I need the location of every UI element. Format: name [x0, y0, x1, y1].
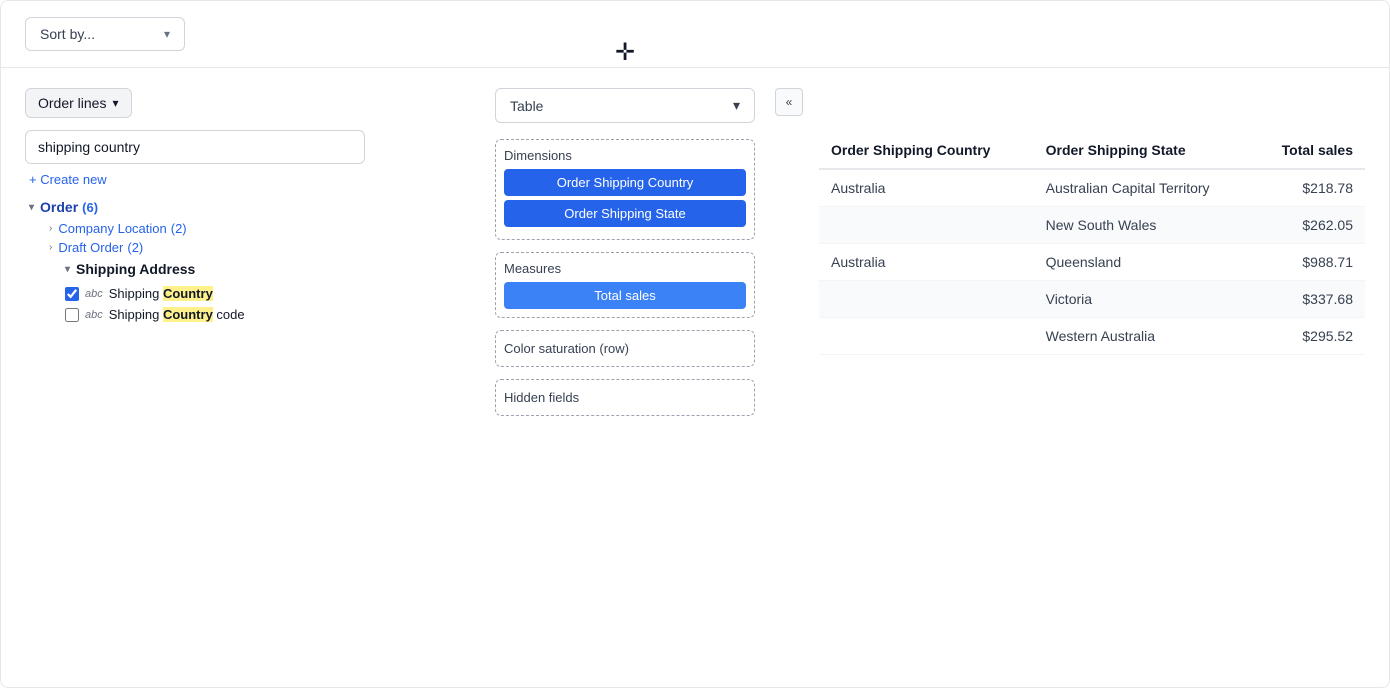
order-lines-chevron-icon: ▾ — [112, 96, 118, 110]
table-area: Order Shipping Country Order Shipping St… — [819, 132, 1365, 355]
draft-order-arrow-icon: › — [49, 242, 52, 253]
shipping-country-field: abc Shipping Country — [65, 283, 365, 304]
cell-total: $295.52 — [1253, 318, 1365, 355]
order-lines-label: Order lines — [38, 95, 106, 111]
cell-total: $218.78 — [1253, 169, 1365, 207]
cell-country — [819, 281, 1034, 318]
shipping-country-code-name-pre: Shipping — [109, 307, 163, 322]
cell-country — [819, 318, 1034, 355]
order-lines-button[interactable]: Order lines ▾ — [25, 88, 132, 118]
cell-state: Queensland — [1034, 244, 1254, 281]
table-row: Australia Queensland $988.71 — [819, 244, 1365, 281]
cell-total: $988.71 — [1253, 244, 1365, 281]
shipping-country-code-type: abc — [85, 309, 103, 321]
cell-total: $262.05 — [1253, 207, 1365, 244]
cell-state: Victoria — [1034, 281, 1254, 318]
table-header-row: Order Shipping Country Order Shipping St… — [819, 132, 1365, 169]
company-location-arrow-icon: › — [49, 223, 52, 234]
order-chevron-icon: ▾ — [29, 202, 34, 213]
measure-tag-total-sales[interactable]: Total sales — [504, 282, 746, 309]
search-input-wrapper — [25, 130, 365, 164]
viz-type-dropdown[interactable]: Table ▾ — [495, 88, 755, 123]
order-label: Order — [40, 199, 78, 215]
sort-by-label: Sort by... — [40, 26, 95, 42]
viz-config-panel: ✛ Table ▾ Dimensions Order Shipping Coun… — [495, 88, 755, 416]
shipping-country-type: abc — [85, 288, 103, 300]
dimension-tag-country[interactable]: Order Shipping Country — [504, 169, 746, 196]
viz-type-label: Table — [510, 98, 543, 114]
shipping-country-code-name-post: code — [213, 307, 245, 322]
shipping-country-name: Shipping Country — [109, 286, 213, 301]
col-header-total: Total sales — [1253, 132, 1365, 169]
shipping-address-text: Shipping Address — [76, 261, 195, 277]
shipping-country-checkbox[interactable] — [65, 287, 79, 301]
main-content: Order lines ▾ + Create new ▾ Order (6) ›… — [1, 68, 1389, 436]
order-count-badge: (6) — [82, 200, 98, 215]
shipping-address-label: ▾ Shipping Address — [65, 261, 365, 277]
dimension-tag-state[interactable]: Order Shipping State — [504, 200, 746, 227]
shipping-address-section: ▾ Shipping Address abc Shipping Country — [29, 261, 365, 325]
company-location-label: Company Location — [58, 221, 166, 236]
color-saturation-section: Color saturation (row) — [495, 330, 755, 367]
shipping-country-highlight: Country — [163, 286, 213, 301]
collapse-panel-button[interactable]: « — [775, 88, 803, 116]
viz-type-chevron-icon: ▾ — [733, 97, 740, 114]
table-row: New South Wales $262.05 — [819, 207, 1365, 244]
data-table: Order Shipping Country Order Shipping St… — [819, 132, 1365, 355]
tree-section: ▾ Order (6) › Company Location (2) › Dra… — [25, 197, 365, 325]
hidden-fields-section: Hidden fields — [495, 379, 755, 416]
shipping-country-code-highlight: Country — [163, 307, 213, 322]
table-header-row: « — [775, 88, 1365, 124]
shipping-country-code-field: abc Shipping Country code — [65, 304, 365, 325]
table-body: Australia Australian Capital Territory $… — [819, 169, 1365, 355]
field-explorer: Order lines ▾ + Create new ▾ Order (6) ›… — [25, 88, 365, 325]
shipping-country-name-pre: Shipping — [109, 286, 163, 301]
cell-country — [819, 207, 1034, 244]
col-header-state: Order Shipping State — [1034, 132, 1254, 169]
shipping-country-code-name: Shipping Country code — [109, 307, 245, 322]
table-row: Victoria $337.68 — [819, 281, 1365, 318]
tree-order-item[interactable]: ▾ Order (6) — [29, 197, 365, 217]
company-location-count: (2) — [171, 221, 187, 236]
dimensions-label: Dimensions — [504, 148, 746, 163]
shipping-country-code-checkbox[interactable] — [65, 308, 79, 322]
cell-country: Australia — [819, 169, 1034, 207]
data-table-panel: « Order Shipping Country Order Shipping … — [775, 88, 1365, 355]
create-new-link[interactable]: + Create new — [25, 172, 365, 187]
draft-order-label: Draft Order — [58, 240, 123, 255]
measures-section: Measures Total sales — [495, 252, 755, 318]
cell-state: New South Wales — [1034, 207, 1254, 244]
drag-handle-icon[interactable]: ✛ — [615, 38, 635, 67]
color-saturation-label: Color saturation (row) — [504, 341, 629, 356]
dimensions-section: Dimensions Order Shipping Country Order … — [495, 139, 755, 240]
draft-order-count: (2) — [127, 240, 143, 255]
tree-company-location-item[interactable]: › Company Location (2) — [29, 219, 365, 238]
cell-state: Australian Capital Territory — [1034, 169, 1254, 207]
search-input[interactable] — [25, 130, 365, 164]
cell-total: $337.68 — [1253, 281, 1365, 318]
sort-by-dropdown[interactable]: Sort by... ▾ — [25, 17, 185, 51]
table-row: Australia Australian Capital Territory $… — [819, 169, 1365, 207]
collapse-icon: « — [786, 95, 793, 109]
table-head: Order Shipping Country Order Shipping St… — [819, 132, 1365, 169]
cell-state: Western Australia — [1034, 318, 1254, 355]
sort-bar: Sort by... ▾ — [1, 1, 1389, 68]
sort-chevron-icon: ▾ — [164, 27, 170, 41]
cell-country: Australia — [819, 244, 1034, 281]
col-header-country: Order Shipping Country — [819, 132, 1034, 169]
tree-draft-order-item[interactable]: › Draft Order (2) — [29, 238, 365, 257]
table-row: Western Australia $295.52 — [819, 318, 1365, 355]
measures-label: Measures — [504, 261, 746, 276]
shipping-address-chevron-icon: ▾ — [65, 264, 70, 275]
hidden-fields-label: Hidden fields — [504, 390, 579, 405]
page-wrapper: Sort by... ▾ Order lines ▾ + Create new … — [0, 0, 1390, 688]
